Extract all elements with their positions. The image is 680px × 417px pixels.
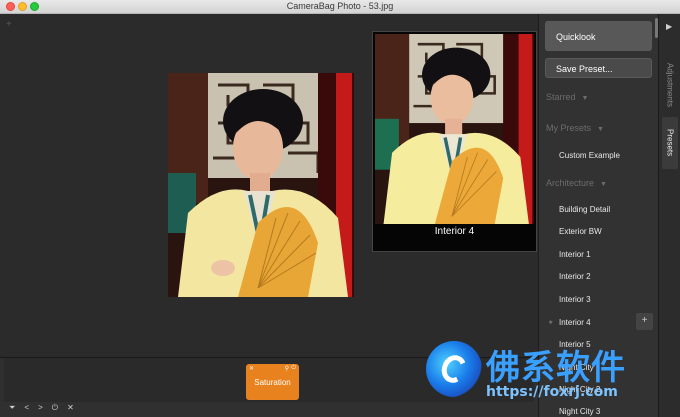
preview-label: Interior 4 [434, 226, 475, 237]
app-window: CameraBag Photo - 53.jpg + Interior 4 ✕ … [0, 0, 680, 417]
section-starred-label: Starred [546, 92, 576, 102]
quicklook-button[interactable]: Quicklook [545, 21, 652, 51]
filter-icon[interactable]: ⏷ [9, 403, 15, 413]
preset-item[interactable]: Custom Example [559, 151, 620, 160]
watermark-logo-icon [426, 341, 482, 397]
star-icon[interactable]: ★ [548, 319, 553, 326]
main-photo [168, 73, 354, 297]
section-my-presets-label: My Presets [546, 123, 592, 133]
chevron-down-icon: ▼ [581, 95, 589, 102]
section-architecture-label: Architecture [546, 178, 595, 188]
section-architecture[interactable]: Architecture ▼ [546, 178, 607, 188]
tile-pin-icon[interactable]: ⚲ [285, 365, 289, 372]
saturation-tile[interactable]: ✕ ⚲ ⏻ Saturation [246, 364, 299, 400]
photo-canvas[interactable]: + Interior 4 [0, 14, 538, 357]
preset-item[interactable]: Interior 1 [559, 250, 591, 259]
forward-icon[interactable]: > [38, 403, 43, 413]
bottom-toolbar: ⏷ < > ⏻ ✕ [9, 403, 74, 413]
section-starred[interactable]: Starred ▼ [546, 92, 588, 102]
add-icon[interactable]: + [6, 19, 12, 30]
preset-item[interactable]: Building Detail [559, 205, 610, 214]
quicklook-label: Quicklook [556, 32, 596, 42]
tab-adjustments[interactable]: Adjustments [662, 54, 678, 116]
section-my-presets[interactable]: My Presets ▼ [546, 123, 604, 133]
saturation-label: Saturation [254, 378, 291, 387]
title-bar: CameraBag Photo - 53.jpg [0, 0, 680, 14]
watermark-text: 佛系软件 [486, 348, 626, 388]
close-icon[interactable]: ✕ [67, 403, 74, 413]
preset-item[interactable]: Interior 3 [559, 295, 591, 304]
power-icon[interactable]: ⏻ [52, 403, 58, 413]
window-title: CameraBag Photo - 53.jpg [286, 1, 394, 11]
chevron-down-icon: ▼ [600, 181, 607, 188]
save-preset-label: Save Preset... [556, 64, 613, 74]
preset-preview: Interior 4 [372, 31, 537, 252]
watermark: 佛系软件 https://foxrj.com [424, 340, 680, 417]
save-preset-button[interactable]: Save Preset... [545, 58, 652, 78]
back-icon[interactable]: < [24, 403, 29, 413]
photo-image [168, 73, 354, 297]
preview-image [375, 34, 534, 224]
preset-item-selected[interactable]: Interior 4 [559, 318, 591, 327]
preset-item[interactable]: Interior 2 [559, 272, 591, 281]
preset-item[interactable]: Exterior BW [559, 227, 602, 236]
tile-power-icon[interactable]: ⏻ [291, 365, 296, 372]
play-icon[interactable]: ▶ [666, 22, 672, 31]
chevron-down-icon: ▼ [597, 126, 604, 133]
tab-presets[interactable]: Presets [662, 117, 678, 169]
watermark-url: https://foxrj.com [486, 384, 618, 400]
tile-close-icon[interactable]: ✕ [249, 365, 254, 372]
preview-photo [375, 34, 534, 224]
add-preset-button[interactable]: + [636, 313, 653, 330]
